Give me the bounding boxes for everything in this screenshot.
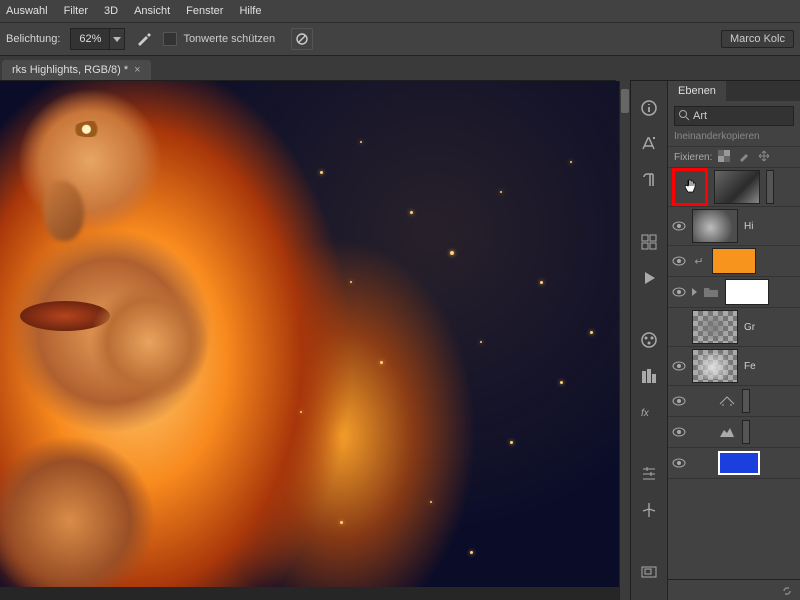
right-panels: fx Ebenen Ineinanderkopieren [630,81,800,600]
exposure-dropdown[interactable] [109,29,124,49]
highlighted-layer-selector[interactable] [672,168,708,206]
menu-auswahl[interactable]: Auswahl [6,5,48,17]
menu-hilfe[interactable]: Hilfe [239,5,261,17]
layer-name[interactable]: Hi [744,221,753,232]
menu-filter[interactable]: Filter [64,5,88,17]
canvas[interactable] [0,81,619,587]
link-layers-icon[interactable] [780,584,794,598]
swatches-panel-icon[interactable] [639,331,659,349]
color-balance-icon [718,394,736,408]
document-tab-bar: rks Highlights, RGB/8) * × [0,56,800,81]
visibility-icon[interactable] [672,394,686,408]
svg-text:fx: fx [641,408,650,419]
lock-brush-icon[interactable] [738,150,752,164]
layer-row[interactable] [668,386,800,417]
layers-footer [668,579,800,600]
layer-row[interactable]: ↵ [668,246,800,277]
info-panel-icon[interactable] [639,99,659,117]
visibility-icon[interactable] [672,285,686,299]
layer-row[interactable]: Gr [668,308,800,347]
exposure-field[interactable] [70,28,125,50]
scrollbar-thumb[interactable] [621,89,629,113]
navigator-panel-icon[interactable] [639,563,659,581]
layer-thumbnail[interactable] [714,170,760,204]
visibility-icon[interactable] [672,456,686,470]
exposure-input[interactable] [71,32,109,46]
adjustment-mask-icon[interactable] [742,420,750,444]
blend-mode-display[interactable]: Ineinanderkopieren [668,131,800,146]
adjustments-panel-icon[interactable] [639,367,659,385]
menu-ansicht[interactable]: Ansicht [134,5,170,17]
hand-cursor-icon [684,179,696,195]
layer-name[interactable]: Fe [744,361,756,372]
play-panel-icon[interactable] [639,269,659,287]
character-panel-icon[interactable] [639,135,659,153]
tablet-pressure-icon[interactable] [291,28,313,50]
document-tab[interactable]: rks Highlights, RGB/8) * × [2,60,151,80]
layer-row[interactable]: Hi [668,207,800,246]
layer-filter-input[interactable] [674,106,794,126]
levels-icon [718,425,736,439]
layer-row[interactable] [668,168,800,207]
document-tab-title: rks Highlights, RGB/8) * [12,64,128,76]
visibility-icon[interactable] [672,254,686,268]
layer-thumbnail[interactable] [718,451,760,475]
layer-row[interactable] [668,448,800,479]
layer-mask-link-icon[interactable] [766,170,774,204]
layer-thumbnail[interactable] [692,349,738,383]
measure-panel-icon[interactable] [639,501,659,519]
layer-row[interactable]: Fe [668,347,800,386]
group-toggle-icon[interactable] [692,288,697,296]
exposure-label: Belichtung: [6,33,60,45]
close-tab-icon[interactable]: × [134,64,140,76]
group-mask-thumbnail[interactable] [725,279,769,305]
lock-transparency-icon[interactable] [718,150,732,164]
layer-row[interactable] [668,277,800,308]
protect-tones-label: Tonwerte schützen [183,33,275,45]
menu-fenster[interactable]: Fenster [186,5,223,17]
user-button[interactable]: Marco Kolc [721,30,794,48]
visibility-icon[interactable] [672,425,686,439]
layers-panel: Ebenen Ineinanderkopieren Fixieren: [668,81,800,600]
paragraph-panel-icon[interactable] [639,171,659,189]
styles-panel-icon[interactable]: fx [639,403,659,421]
canvas-area [0,81,630,600]
options-bar: Belichtung: Tonwerte schützen Marco Kolc [0,23,800,56]
lock-row: Fixieren: [668,146,800,168]
airbrush-icon[interactable] [135,30,153,48]
layer-row[interactable] [668,417,800,448]
vertical-scrollbar[interactable] [619,81,630,600]
protect-tones-checkbox[interactable] [163,32,177,46]
clip-indicator-icon: ↵ [692,255,706,268]
layer-name[interactable]: Gr [744,322,755,333]
menu-3d[interactable]: 3D [104,5,118,17]
adjustment-mask-icon[interactable] [742,389,750,413]
menu-bar: Auswahl Filter 3D Ansicht Fenster Hilfe [0,0,800,23]
visibility-icon[interactable] [672,219,686,233]
collapsed-panel-strip: fx [631,81,668,600]
layer-thumbnail[interactable] [712,248,756,274]
panel-tab-row: Ebenen [668,81,800,101]
lock-label: Fixieren: [674,152,712,163]
layer-thumbnail[interactable] [692,310,738,344]
folder-icon [703,286,719,298]
layer-list: Hi ↵ Gr [668,168,800,579]
arrange-panel-icon[interactable] [639,233,659,251]
align-panel-icon[interactable] [639,465,659,483]
visibility-icon[interactable] [672,359,686,373]
search-icon [678,109,690,121]
layers-tab[interactable]: Ebenen [668,81,726,101]
lock-move-icon[interactable] [758,150,772,164]
layer-thumbnail[interactable] [692,209,738,243]
visibility-icon[interactable] [672,320,686,334]
